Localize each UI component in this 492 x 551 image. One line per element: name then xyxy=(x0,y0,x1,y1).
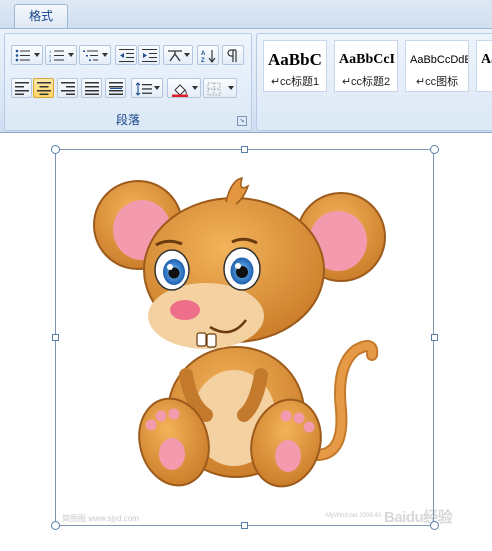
increase-indent-button[interactable] xyxy=(138,45,160,65)
ribbon: 123 AZ 段落 ↘ AaBbC ↵cc标题1 AaBbCcI ↵cc标题2 … xyxy=(0,29,492,133)
multilevel-list-icon xyxy=(83,50,98,61)
align-center-button[interactable] xyxy=(33,78,54,98)
line-spacing-icon xyxy=(135,82,152,96)
svg-text:3: 3 xyxy=(49,58,52,62)
resize-handle-bottom[interactable] xyxy=(241,522,248,529)
multilevel-list-button[interactable] xyxy=(79,45,111,65)
increase-indent-icon xyxy=(142,49,157,62)
svg-text:A: A xyxy=(201,51,206,57)
tab-format[interactable]: 格式 xyxy=(14,4,69,28)
bullets-button[interactable] xyxy=(11,45,43,65)
align-left-button[interactable] xyxy=(11,78,32,98)
style-name: cc标题1 xyxy=(280,76,320,88)
paragraph-mark-icon: ↵ xyxy=(341,76,352,88)
resize-handle-bottom-right[interactable] xyxy=(430,521,439,530)
paragraph-mark-icon xyxy=(227,49,237,62)
picture-selection-frame[interactable] xyxy=(55,149,434,526)
paragraph-group-label: 段落 xyxy=(115,113,140,127)
svg-text:Z: Z xyxy=(201,58,205,63)
resize-handle-right[interactable] xyxy=(431,334,438,341)
paragraph-mark-icon: ↵ xyxy=(270,76,281,88)
justify-button[interactable] xyxy=(81,78,102,98)
distributed-icon xyxy=(109,82,123,95)
style-cc-heading1[interactable]: AaBbC ↵cc标题1 xyxy=(263,40,327,92)
sort-button[interactable]: AZ xyxy=(197,45,219,65)
resize-handle-left[interactable] xyxy=(52,334,59,341)
align-right-button[interactable] xyxy=(57,78,78,98)
shading-button[interactable] xyxy=(167,78,201,98)
chevron-down-icon[interactable] xyxy=(192,86,198,90)
decrease-indent-button[interactable] xyxy=(115,45,137,65)
style-name: cc图标 xyxy=(425,76,459,88)
align-right-icon xyxy=(61,82,75,95)
ribbon-tab-bar: 格式 xyxy=(0,0,492,29)
line-spacing-button[interactable] xyxy=(131,78,163,98)
show-hide-marks-button[interactable] xyxy=(222,45,244,65)
chevron-down-icon[interactable] xyxy=(34,53,40,57)
borders-button[interactable] xyxy=(203,78,237,98)
style-preview: AaB xyxy=(481,52,492,67)
bullet-list-icon xyxy=(15,49,30,62)
justify-icon xyxy=(85,82,99,95)
styles-gallery: AaBbC ↵cc标题1 AaBbCcI ↵cc标题2 AaBbCcDdE ↵c… xyxy=(256,33,492,131)
sort-az-icon: AZ xyxy=(201,50,216,63)
align-left-icon xyxy=(15,82,29,95)
style-preview: AaBbCcI xyxy=(339,52,396,67)
chevron-down-icon[interactable] xyxy=(154,86,160,90)
paragraph-mark-icon: ↵ xyxy=(415,76,426,88)
resize-handle-bottom-left[interactable] xyxy=(51,521,60,530)
chinese-layout-button[interactable] xyxy=(163,45,193,65)
dialog-launcher-icon[interactable]: ↘ xyxy=(237,116,247,126)
resize-handle-top-right[interactable] xyxy=(430,145,439,154)
distributed-button[interactable] xyxy=(105,78,126,98)
decrease-indent-icon xyxy=(119,49,134,62)
style-preview: AaBbC xyxy=(268,50,322,69)
resize-handle-top-left[interactable] xyxy=(51,145,60,154)
style-next[interactable]: AaB ↵ xyxy=(476,40,492,92)
numbering-button[interactable]: 123 xyxy=(45,45,77,65)
align-center-icon xyxy=(37,82,51,95)
style-cc-heading2[interactable]: AaBbCcI ↵cc标题2 xyxy=(334,40,398,92)
numbered-list-icon: 123 xyxy=(49,49,64,62)
chevron-down-icon[interactable] xyxy=(228,86,234,90)
resize-handle-top[interactable] xyxy=(241,146,248,153)
style-name: cc标题2 xyxy=(351,76,391,88)
paragraph-group: 123 AZ 段落 ↘ xyxy=(4,33,252,131)
chevron-down-icon[interactable] xyxy=(184,53,190,57)
chinese-layout-icon xyxy=(168,50,182,62)
style-preview: AaBbCcDdE xyxy=(410,54,469,66)
chevron-down-icon[interactable] xyxy=(102,53,108,57)
chevron-down-icon[interactable] xyxy=(68,53,74,57)
style-cc-icon[interactable]: AaBbCcDdE ↵cc图标 xyxy=(405,40,469,92)
border-icon xyxy=(207,82,221,96)
paint-bucket-icon xyxy=(172,84,188,97)
